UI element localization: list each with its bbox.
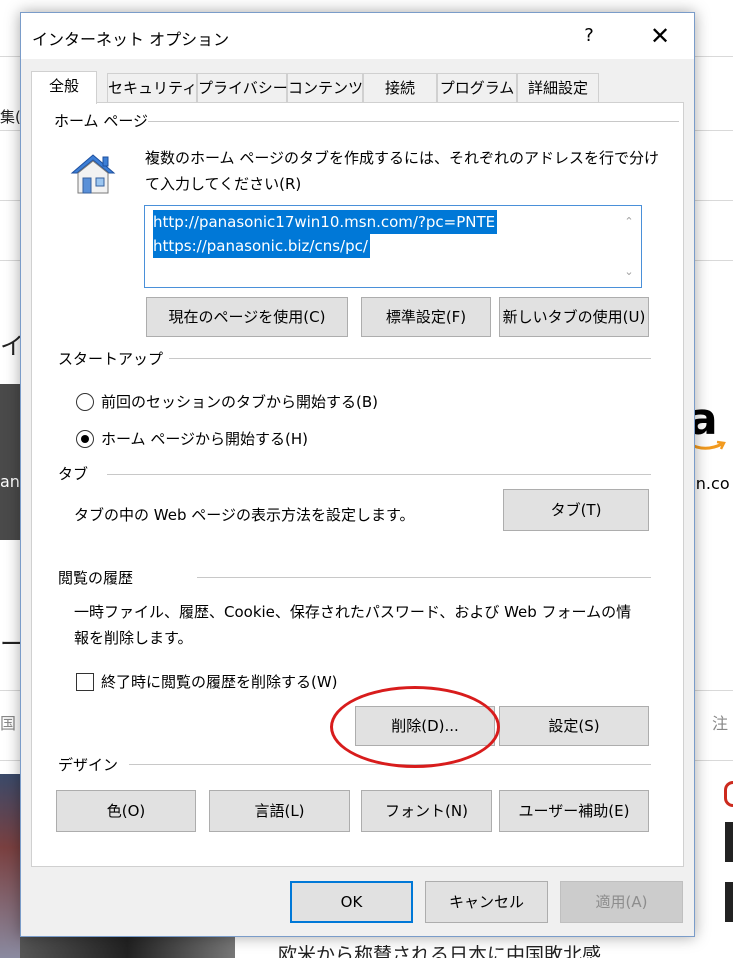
bg-nav-fragment: 注 bbox=[712, 714, 729, 733]
tabs-group-label: タブ bbox=[58, 463, 89, 484]
homepage-group-label: ホーム ページ bbox=[54, 110, 149, 131]
bg-thumbnail bbox=[725, 822, 733, 862]
tab-privacy[interactable]: プライバシー bbox=[197, 73, 288, 102]
title-bar[interactable]: インターネット オプション ? ✕ bbox=[21, 13, 694, 59]
delete-history-button[interactable]: 削除(D)... bbox=[355, 706, 495, 746]
house-icon bbox=[70, 154, 116, 194]
history-group-label: 閲覧の履歴 bbox=[58, 567, 134, 588]
bg-red-logo bbox=[724, 781, 733, 807]
scroll-up-icon[interactable]: ⌃ bbox=[623, 216, 635, 228]
accessibility-button[interactable]: ユーザー補助(E) bbox=[499, 790, 649, 832]
bg-article-title[interactable]: 欧米から称賛される日本に中国敗北感 bbox=[278, 940, 601, 958]
radio-home-page-label[interactable]: ホーム ページから開始する(H) bbox=[101, 426, 308, 452]
history-settings-button[interactable]: 設定(S) bbox=[499, 706, 649, 746]
tabs-settings-button[interactable]: タブ(T) bbox=[503, 489, 649, 531]
group-divider bbox=[107, 474, 651, 475]
tab-advanced[interactable]: 詳細設定 bbox=[517, 73, 599, 102]
radio-last-session-label[interactable]: 前回のセッションのタブから開始する(B) bbox=[101, 389, 378, 415]
radio-home-page[interactable] bbox=[76, 430, 94, 448]
bg-dark-banner: an bbox=[0, 384, 20, 540]
fonts-button[interactable]: フォント(N) bbox=[361, 790, 492, 832]
delete-on-exit-label[interactable]: 終了時に閲覧の履歴を削除する(W) bbox=[101, 669, 338, 695]
colors-button[interactable]: 色(O) bbox=[56, 790, 196, 832]
close-button[interactable]: ✕ bbox=[643, 21, 677, 51]
group-divider bbox=[129, 764, 651, 765]
languages-button[interactable]: 言語(L) bbox=[209, 790, 350, 832]
group-divider bbox=[169, 358, 651, 359]
radio-selected-dot bbox=[81, 435, 89, 443]
design-group-label: デザイン bbox=[58, 754, 119, 775]
bg-photo bbox=[0, 774, 20, 958]
tabs-description: タブの中の Web ページの表示方法を設定します。 bbox=[74, 506, 415, 524]
scroll-down-icon[interactable]: ⌄ bbox=[623, 266, 635, 278]
ok-button[interactable]: OK bbox=[290, 881, 413, 923]
help-button[interactable]: ? bbox=[574, 21, 604, 51]
history-description: 一時ファイル、履歴、Cookie、保存されたパスワード、および Web フォーム… bbox=[74, 603, 632, 647]
radio-last-session[interactable] bbox=[76, 393, 94, 411]
tab-connections[interactable]: 接続 bbox=[363, 73, 437, 102]
use-default-button[interactable]: 標準設定(F) bbox=[361, 297, 491, 337]
group-divider bbox=[147, 121, 679, 122]
delete-on-exit-checkbox[interactable] bbox=[76, 673, 94, 691]
startup-group-label: スタートアップ bbox=[58, 348, 164, 369]
group-divider bbox=[197, 577, 651, 578]
homepage-description: 複数のホーム ページのタブを作成するには、それぞれのアドレスを行で分け て入力し… bbox=[145, 149, 660, 193]
tab-content[interactable]: コンテンツ bbox=[287, 73, 363, 102]
bg-nav-fragment: 国 bbox=[0, 714, 17, 733]
tab-general[interactable]: 全般 bbox=[31, 71, 97, 104]
homepage-url-line: https://panasonic.biz/cns/pc/ bbox=[153, 234, 370, 258]
bg-thumbnail bbox=[725, 882, 733, 922]
apply-button: 適用(A) bbox=[560, 881, 683, 923]
tab-programs[interactable]: プログラム bbox=[437, 73, 517, 102]
internet-options-dialog: インターネット オプション ? ✕ 全般 セキュリティ プライバシー コンテンツ… bbox=[20, 12, 695, 937]
homepage-urls-textarea[interactable]: http://panasonic17win10.msn.com/?pc=PNTE… bbox=[144, 205, 642, 288]
dialog-title: インターネット オプション bbox=[32, 30, 230, 49]
homepage-url-line: http://panasonic17win10.msn.com/?pc=PNTE bbox=[153, 210, 498, 234]
use-current-button[interactable]: 現在のページを使用(C) bbox=[146, 297, 348, 337]
use-new-tab-button[interactable]: 新しいタブの使用(U) bbox=[499, 297, 649, 337]
cancel-button[interactable]: キャンセル bbox=[425, 881, 548, 923]
tab-security[interactable]: セキュリティ bbox=[107, 73, 197, 102]
